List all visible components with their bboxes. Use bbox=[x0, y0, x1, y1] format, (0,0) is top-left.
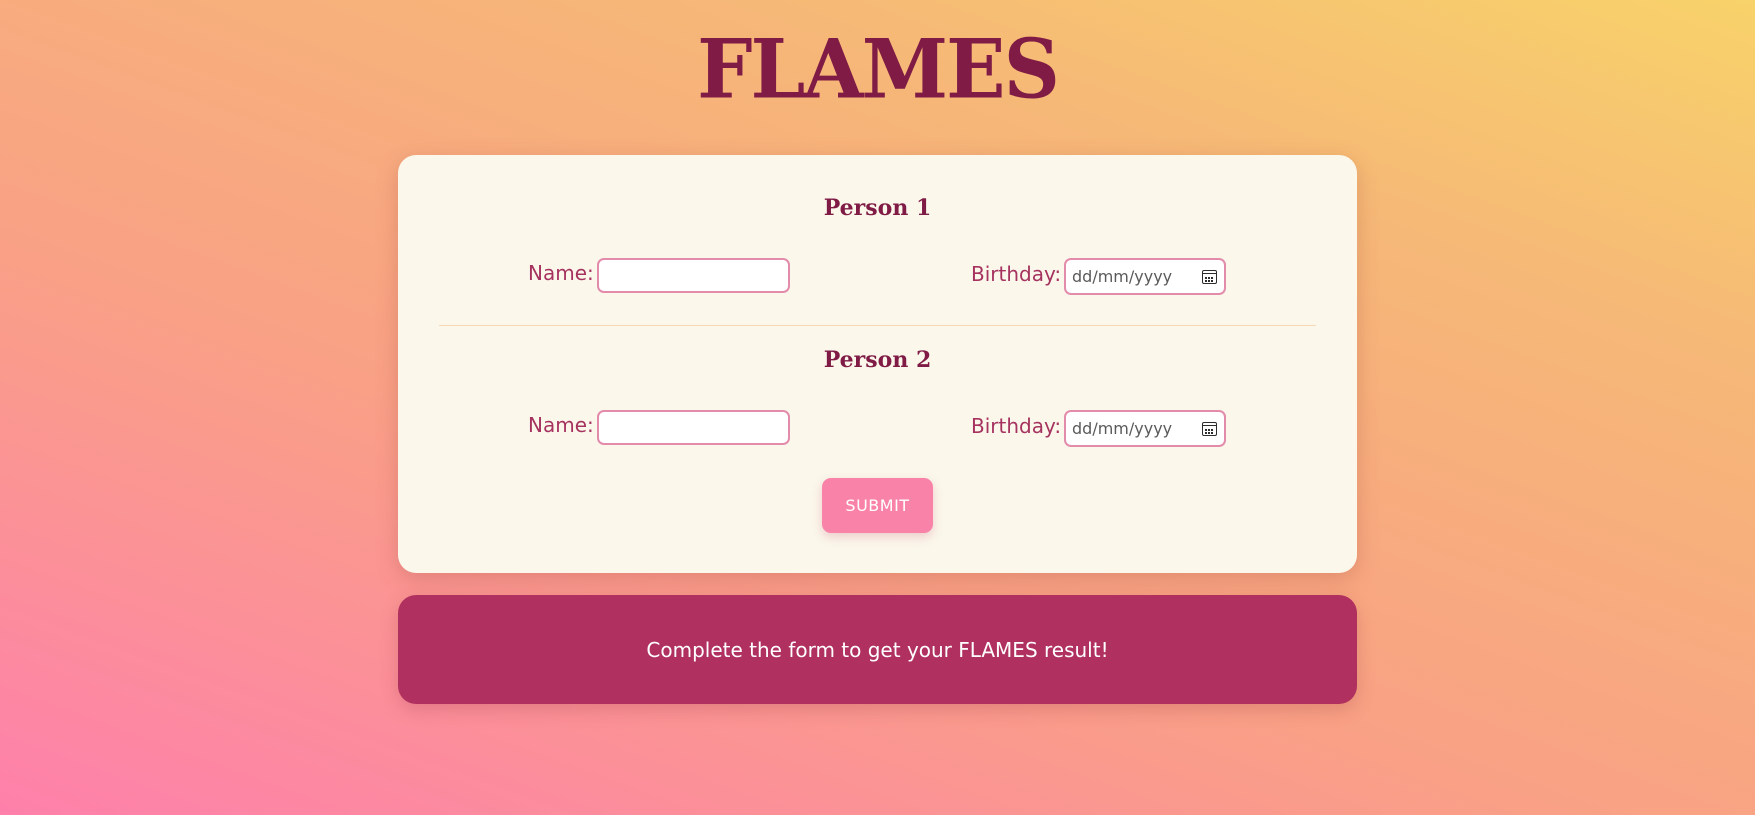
submit-button[interactable]: SUBMIT bbox=[822, 478, 933, 533]
person1-heading: Person 1 bbox=[823, 195, 932, 221]
person-divider bbox=[439, 325, 1316, 326]
person2-name-input[interactable] bbox=[597, 410, 790, 445]
person1-birthday-placeholder: dd/mm/yyyy bbox=[1072, 267, 1173, 286]
result-panel: Complete the form to get your FLAMES res… bbox=[398, 595, 1357, 704]
person1-name-label: Name: bbox=[528, 261, 594, 285]
person1-birthday-input[interactable]: dd/mm/yyyy bbox=[1064, 258, 1226, 295]
calendar-icon[interactable] bbox=[1202, 269, 1217, 284]
person1-birthday-label: Birthday: bbox=[971, 262, 1062, 286]
person2-birthday-placeholder: dd/mm/yyyy bbox=[1072, 419, 1173, 438]
person2-birthday-label: Birthday: bbox=[971, 414, 1062, 438]
calendar-icon[interactable] bbox=[1202, 421, 1217, 436]
result-message: Complete the form to get your FLAMES res… bbox=[646, 637, 1109, 662]
page-title: FLAMES bbox=[697, 21, 1060, 118]
person1-name-input[interactable] bbox=[597, 258, 790, 293]
person2-birthday-input[interactable]: dd/mm/yyyy bbox=[1064, 410, 1226, 447]
flames-form: Person 1 Name: Birthday: dd/mm/yyyy Pers… bbox=[398, 155, 1357, 573]
person2-heading: Person 2 bbox=[823, 347, 932, 373]
person2-name-label: Name: bbox=[528, 413, 594, 437]
